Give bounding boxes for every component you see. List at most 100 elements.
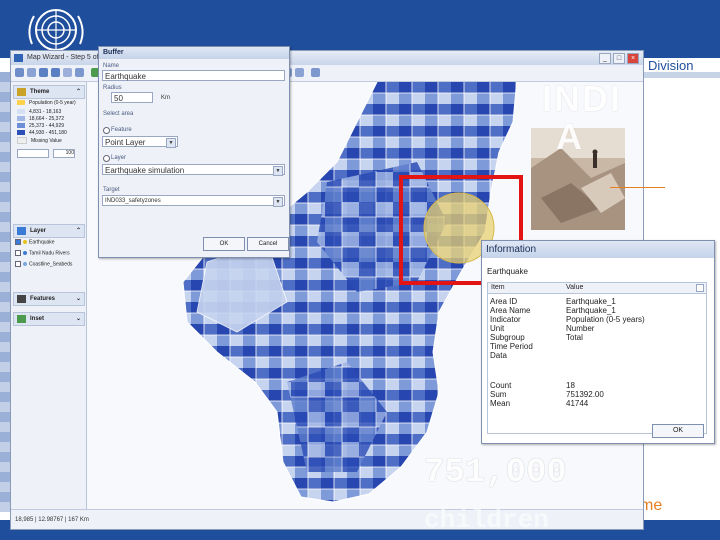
pan-tool-icon[interactable] [27,68,36,77]
layer-option-label: Layer [111,155,127,161]
information-title: Information [486,244,537,255]
select-tool-icon[interactable] [15,68,24,77]
overlay-number: 751,000 [424,454,567,492]
table-header: Item Value [488,283,706,294]
theme-panel-header[interactable]: Theme ⌃ [13,85,85,99]
layer-dot-icon [23,262,27,266]
target-select-value: IND033_safetyzones [105,198,161,204]
inset-panel-header[interactable]: Inset ⌄ [13,312,85,326]
feature-radio[interactable] [103,127,110,134]
layer-select[interactable]: Earthquake simulation ▼ [102,164,285,176]
minimize-button[interactable]: _ [599,53,611,64]
features-icon [17,295,26,303]
legend-swatch [17,137,27,144]
layer-header-label: Layer [30,228,47,234]
legend-label: Missing Value [31,137,62,144]
layer-item[interactable]: Earthquake [15,239,55,246]
app-icon [14,54,23,62]
checkbox[interactable] [15,261,21,267]
legend-label: 25,373 - 44,929 [29,123,65,129]
refresh-icon[interactable] [75,68,84,77]
information-titlebar[interactable]: Information [482,241,714,258]
close-button[interactable]: × [627,53,639,64]
legend-swatch [17,109,25,115]
radius-unit: Km [161,95,170,101]
table-row [490,360,700,369]
legend-label: 18,664 - 25,372 [29,116,65,122]
overlay-title-continuation: A [556,116,582,157]
chevron-down-icon: ⌄ [75,316,81,322]
point-layer-value: Point Layer [105,138,146,147]
help-icon[interactable] [295,68,304,77]
window-title: Map Wizard - Step 5 of 5 [27,54,105,61]
checkbox[interactable] [15,250,21,256]
maximize-button[interactable]: □ [613,53,625,64]
layer-item[interactable]: Coastline_Seabeds [15,261,72,268]
information-subject: Earthquake [487,267,528,276]
layer-label: Earthquake [29,239,55,246]
layer-dot-icon [23,251,27,255]
ok-button[interactable]: OK [203,237,245,251]
table-row: Area ID Earthquake_1 [490,297,616,306]
dialog-titlebar[interactable]: Buffer [99,47,289,59]
slide-side-strip [0,72,10,512]
target-label: Target [103,187,120,193]
overlay-word: children [424,505,549,535]
column-header-value: Value [566,284,584,291]
legend-swatch [17,123,25,129]
feature-option-label: Feature [111,127,132,133]
information-table: Item Value Area ID Earthquake_1 Area Name… [487,282,707,434]
legend-item: 25,373 - 44,929 [17,123,64,129]
information-panel: Information Earthquake Item Value Area I… [481,240,715,444]
layer-radio[interactable] [103,155,110,162]
scroll-button[interactable] [696,284,704,292]
target-select[interactable]: IND033_safetyzones ▼ [102,195,285,207]
features-panel-header[interactable]: Features ⌄ [13,292,85,306]
theme-icon [17,88,26,96]
name-label: Name [103,63,120,69]
buffer-dialog: Buffer Name Earthquake Radius 50 Km Sele… [98,46,290,258]
layer-label: Coastline_Seabeds [29,261,73,268]
full-extent-icon[interactable] [63,68,72,77]
layer-dot-icon [23,240,27,244]
chevron-up-icon: ⌃ [75,228,81,234]
status-text: 18,985 | 12.98767 | 167 Km [15,517,89,523]
layer-icon [17,227,26,235]
chevron-down-icon: ▼ [166,138,176,148]
theme-header-label: Theme [30,89,50,95]
table-row: Count 18 [490,381,575,390]
features-header-label: Features [30,296,56,302]
zoom-in-icon[interactable] [39,68,48,77]
legend-item: 4,831 - 18,163 [17,109,61,115]
checkbox[interactable] [15,239,21,245]
legend-size-input[interactable]: 100 [53,149,75,158]
legend-item: Missing Value [17,137,62,144]
name-input[interactable]: Earthquake [102,70,285,81]
orange-rule [610,187,665,188]
layer-select-value: Earthquake simulation [105,166,185,175]
legend-swatch [17,130,25,136]
table-row: Subgroup Total [490,333,583,342]
search-icon[interactable] [311,68,320,77]
chevron-down-icon: ▼ [273,166,283,176]
radius-label: Radius [103,85,122,91]
select-area-label: Select area [103,111,134,117]
chevron-down-icon: ▼ [273,197,283,207]
chevron-up-icon: ⌃ [75,89,81,95]
inset-icon [17,315,26,323]
legend-item: 18,664 - 25,372 [17,116,64,122]
layer-item[interactable]: Tamil Nadu Rivers [15,250,70,257]
legend-label: 4,831 - 18,163 [29,109,62,115]
radius-input[interactable]: 50 [111,92,153,103]
layer-panel-header[interactable]: Layer ⌃ [13,224,85,238]
zoom-out-icon[interactable] [51,68,60,77]
point-layer-select[interactable]: Point Layer ▼ [102,136,178,148]
table-row: Data [490,351,507,360]
information-ok-button[interactable]: OK [652,424,704,438]
un-emblem-icon [28,9,84,51]
legend-style-select[interactable] [17,149,49,158]
cancel-button[interactable]: Cancel [247,237,289,251]
table-row: Sum 751392.00 [490,390,604,399]
legend-item: 44,930 - 451,180 [17,130,67,136]
column-header-item: Item [491,284,505,291]
